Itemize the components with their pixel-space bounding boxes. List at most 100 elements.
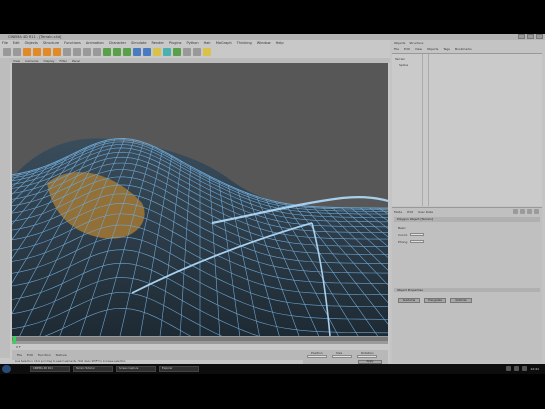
maximize-button[interactable]	[527, 34, 534, 39]
attr-tab-coord[interactable]: Coord.	[398, 233, 408, 237]
objmenu-objects[interactable]: Objects	[427, 47, 438, 51]
menu-structure[interactable]: Structure	[43, 41, 59, 45]
undo-icon[interactable]	[3, 48, 11, 56]
redo-icon[interactable]	[13, 48, 21, 56]
material-menu-texture[interactable]: Texture	[56, 350, 67, 360]
taskbar-item-tutorial[interactable]: Terrain Tutorial	[73, 366, 113, 372]
lock-icon[interactable]	[534, 209, 539, 214]
menu-animation[interactable]: Animation	[86, 41, 104, 45]
deformer-icon[interactable]	[173, 48, 181, 56]
security-icon[interactable]	[522, 366, 528, 371]
close-button[interactable]	[536, 34, 543, 39]
attr-tab-phong[interactable]: Phong	[398, 240, 407, 244]
spline-icon[interactable]	[163, 48, 171, 56]
menu-character[interactable]: Character	[109, 41, 126, 45]
start-button[interactable]	[2, 365, 11, 373]
arrow-right-icon[interactable]	[527, 209, 532, 214]
material-menu-file[interactable]: File	[17, 350, 22, 360]
tab-objects[interactable]: Objects	[394, 41, 405, 45]
menu-plugins[interactable]: Plugins	[169, 41, 182, 45]
material-menu-function[interactable]: Function	[38, 350, 51, 360]
rotate-icon[interactable]	[53, 48, 61, 56]
arrow-left-icon[interactable]	[520, 209, 525, 214]
menu-objects[interactable]: Objects	[25, 41, 38, 45]
object-item-spline[interactable]: Spline	[399, 63, 408, 67]
viewport-menu-display[interactable]: Display	[43, 59, 54, 63]
menu-help[interactable]: Help	[276, 41, 284, 45]
subdivide-button[interactable]: Subdivide	[398, 298, 420, 303]
menu-thinking[interactable]: Thinking	[237, 41, 252, 45]
main-toolbar	[0, 46, 393, 58]
menu-hair[interactable]: Hair	[204, 41, 211, 45]
x-axis-icon[interactable]	[63, 48, 71, 56]
taskbar-item-capture[interactable]: Screen Capture	[116, 366, 156, 372]
move-icon[interactable]	[33, 48, 41, 56]
tab-structure[interactable]: Structure	[409, 41, 423, 45]
attr-menu-edit[interactable]: Edit	[407, 210, 413, 214]
viewport-menu-panel[interactable]: Panel	[72, 59, 80, 63]
object-manager-menu: File Edit View Objects Tags Bookmarks	[390, 46, 545, 52]
array-icon[interactable]	[153, 48, 161, 56]
minimize-button[interactable]	[518, 34, 525, 39]
objmenu-view[interactable]: View	[415, 47, 422, 51]
mode-palette	[0, 58, 10, 358]
subdivision-surface-icon[interactable]	[143, 48, 151, 56]
menu-simulate[interactable]: Simulate	[131, 41, 146, 45]
position-x-field[interactable]	[307, 355, 327, 358]
triangulate-button[interactable]: Triangulate	[424, 298, 446, 303]
terrain-wireframe	[12, 137, 388, 336]
cube-icon[interactable]	[133, 48, 141, 56]
size-x-field[interactable]	[332, 355, 352, 358]
menu-render[interactable]: Render	[151, 41, 163, 45]
y-axis-icon[interactable]	[73, 48, 81, 56]
timeline[interactable]	[12, 336, 388, 344]
camera-icon[interactable]	[193, 48, 201, 56]
cinema4d-window: CINEMA 4D R11 - [Terrain.c4d] File Edit …	[0, 34, 545, 364]
network-icon[interactable]	[506, 366, 512, 371]
rotation-h-field[interactable]	[357, 355, 377, 358]
objmenu-file[interactable]: File	[394, 47, 399, 51]
render-view-icon[interactable]	[103, 48, 111, 56]
material-menu-edit[interactable]: Edit	[27, 350, 33, 360]
viewport-menu-cameras[interactable]: Cameras	[25, 59, 38, 63]
taskbar-item-explorer[interactable]: Explorer	[159, 366, 199, 372]
attr-menu-user-data[interactable]: User Data	[418, 210, 433, 214]
system-tray: 12:41	[506, 366, 539, 371]
timeline-track[interactable]	[12, 337, 388, 341]
scene-icon[interactable]	[183, 48, 191, 56]
coord-value-field[interactable]	[410, 233, 424, 236]
live-selection-icon[interactable]	[23, 48, 31, 56]
right-panel: Objects Structure File Edit View Objects…	[390, 40, 545, 364]
material-manager: File Edit Function Texture	[12, 350, 307, 360]
taskbar-item-cinema4d[interactable]: CINEMA 4D R11	[30, 366, 70, 372]
z-axis-icon[interactable]	[83, 48, 91, 56]
menu-python[interactable]: Python	[187, 41, 199, 45]
attribute-navigation	[513, 209, 539, 214]
world-coords-icon[interactable]	[93, 48, 101, 56]
viewport-menu-view[interactable]: View	[13, 59, 20, 63]
objmenu-edit[interactable]: Edit	[404, 47, 410, 51]
viewport-menu-filter[interactable]: Filter	[60, 59, 67, 63]
3d-viewport[interactable]	[12, 63, 388, 336]
objmenu-bookmarks[interactable]: Bookmarks	[455, 47, 472, 51]
optimize-button[interactable]: Optimize	[450, 298, 472, 303]
render-picture-viewer-icon[interactable]	[113, 48, 121, 56]
menu-mograph[interactable]: MoGraph	[216, 41, 232, 45]
arrow-up-icon[interactable]	[513, 209, 518, 214]
attr-menu-mode[interactable]: Mode	[394, 210, 402, 214]
menu-edit[interactable]: Edit	[13, 41, 20, 45]
scale-icon[interactable]	[43, 48, 51, 56]
volume-icon[interactable]	[514, 366, 520, 371]
render-settings-icon[interactable]	[123, 48, 131, 56]
attribute-title: Polygon Object [Terrain]	[394, 217, 540, 222]
attr-tab-basic[interactable]: Basic	[398, 226, 406, 230]
menu-window[interactable]: Window	[257, 41, 271, 45]
objmenu-tags[interactable]: Tags	[443, 47, 450, 51]
menu-functions[interactable]: Functions	[64, 41, 81, 45]
timeline-playhead[interactable]	[13, 336, 16, 344]
object-item-terrain[interactable]: Terrain	[395, 57, 405, 61]
menu-file[interactable]: File	[2, 41, 8, 45]
attribute-menu: Mode Edit User Data	[394, 210, 433, 214]
light-icon[interactable]	[203, 48, 211, 56]
phong-angle-field[interactable]	[410, 240, 424, 243]
